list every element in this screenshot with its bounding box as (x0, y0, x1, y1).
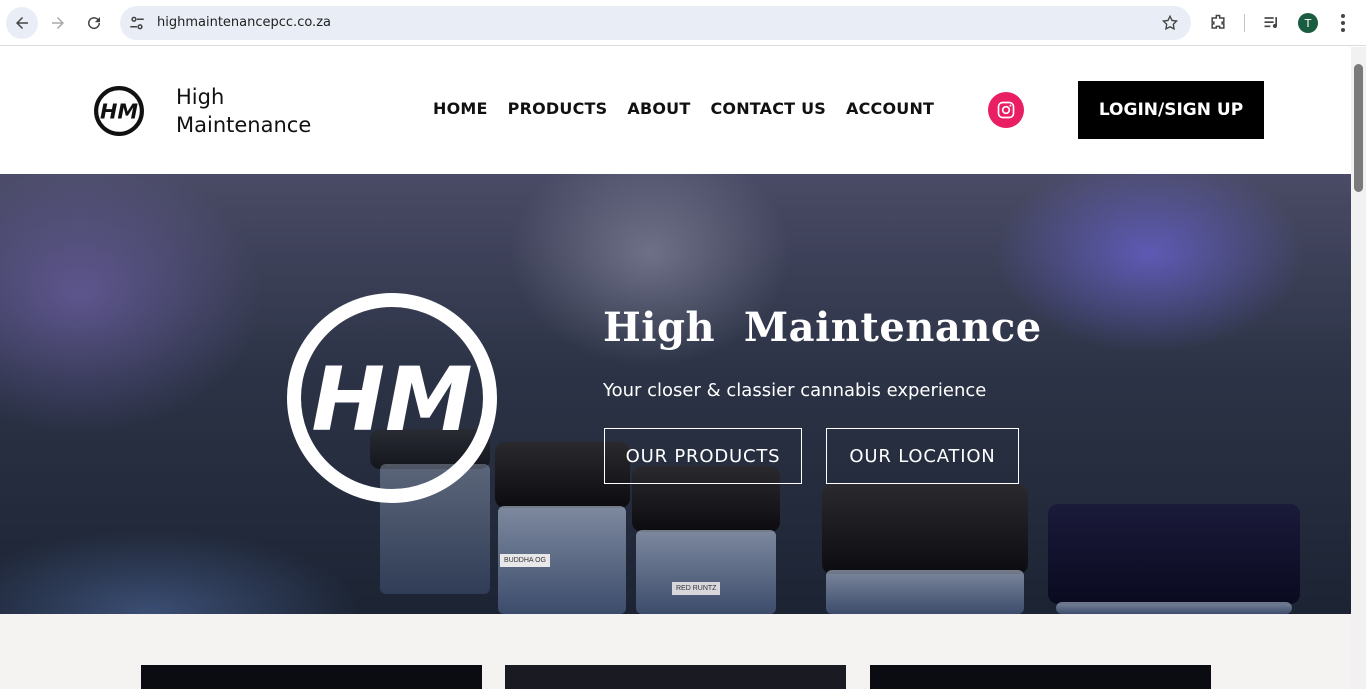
url-text[interactable]: highmaintenancepcc.co.za (157, 15, 331, 30)
svg-text:HM: HM (311, 348, 472, 451)
brand-name[interactable]: High Maintenance (176, 83, 311, 139)
nav-about[interactable]: ABOUT (627, 99, 690, 118)
scrollbar-thumb[interactable] (1354, 64, 1363, 192)
profile-avatar[interactable]: T (1298, 13, 1318, 33)
jar-lid (1048, 504, 1300, 604)
brand-line2: Maintenance (176, 113, 312, 137)
jar-label: RED RUNTZ (672, 582, 721, 595)
jar-label: BUDDHA OG (500, 554, 551, 567)
menu-kebab-icon[interactable] (1335, 12, 1351, 34)
brand-line1: High (176, 85, 225, 109)
site-settings-icon[interactable] (128, 14, 146, 32)
forward-button[interactable] (42, 7, 74, 39)
main-nav: HOME PRODUCTS ABOUT CONTACT US ACCOUNT (433, 99, 954, 118)
hero-banner: BUDDHA OG RED RUNTZ HM High Maintenance … (0, 174, 1351, 614)
product-card[interactable] (505, 665, 846, 689)
login-signup-button[interactable]: LOGIN/SIGN UP (1078, 81, 1264, 139)
toolbar-separator (1244, 14, 1245, 32)
svg-text:HM: HM (100, 99, 138, 123)
jar (636, 530, 776, 614)
bookmark-star-icon[interactable] (1161, 14, 1179, 32)
site-header: HM High Maintenance HOME PRODUCTS ABOUT … (0, 47, 1351, 174)
our-products-button[interactable]: OUR PRODUCTS (604, 428, 802, 484)
nav-home[interactable]: HOME (433, 99, 488, 118)
hero-subtitle: Your closer & classier cannabis experien… (603, 380, 987, 401)
reload-icon (88, 17, 101, 30)
back-arrow-icon (16, 17, 28, 29)
nav-products[interactable]: PRODUCTS (508, 99, 608, 118)
hm-hero-logo-icon: HM (287, 293, 497, 503)
hm-logo-icon[interactable]: HM (93, 85, 145, 137)
jar (826, 570, 1024, 614)
back-button[interactable] (6, 7, 38, 39)
browser-toolbar: highmaintenancepcc.co.za T (0, 0, 1366, 46)
nav-account[interactable]: ACCOUNT (846, 99, 934, 118)
products-section (0, 614, 1351, 689)
product-card[interactable] (870, 665, 1211, 689)
extensions-icon[interactable] (1208, 13, 1228, 33)
our-location-button[interactable]: OUR LOCATION (826, 428, 1019, 484)
instagram-icon (997, 101, 1015, 119)
reload-button[interactable] (78, 7, 110, 39)
forward-arrow-icon (52, 17, 64, 29)
jar-lid (822, 484, 1028, 574)
product-card[interactable] (141, 665, 482, 689)
media-icon[interactable] (1262, 13, 1282, 33)
hero-title: High Maintenance (603, 304, 1042, 351)
instagram-link[interactable] (988, 92, 1024, 128)
address-bar[interactable]: highmaintenancepcc.co.za (120, 6, 1191, 40)
jar (1056, 602, 1292, 614)
nav-contact-us[interactable]: CONTACT US (710, 99, 826, 118)
